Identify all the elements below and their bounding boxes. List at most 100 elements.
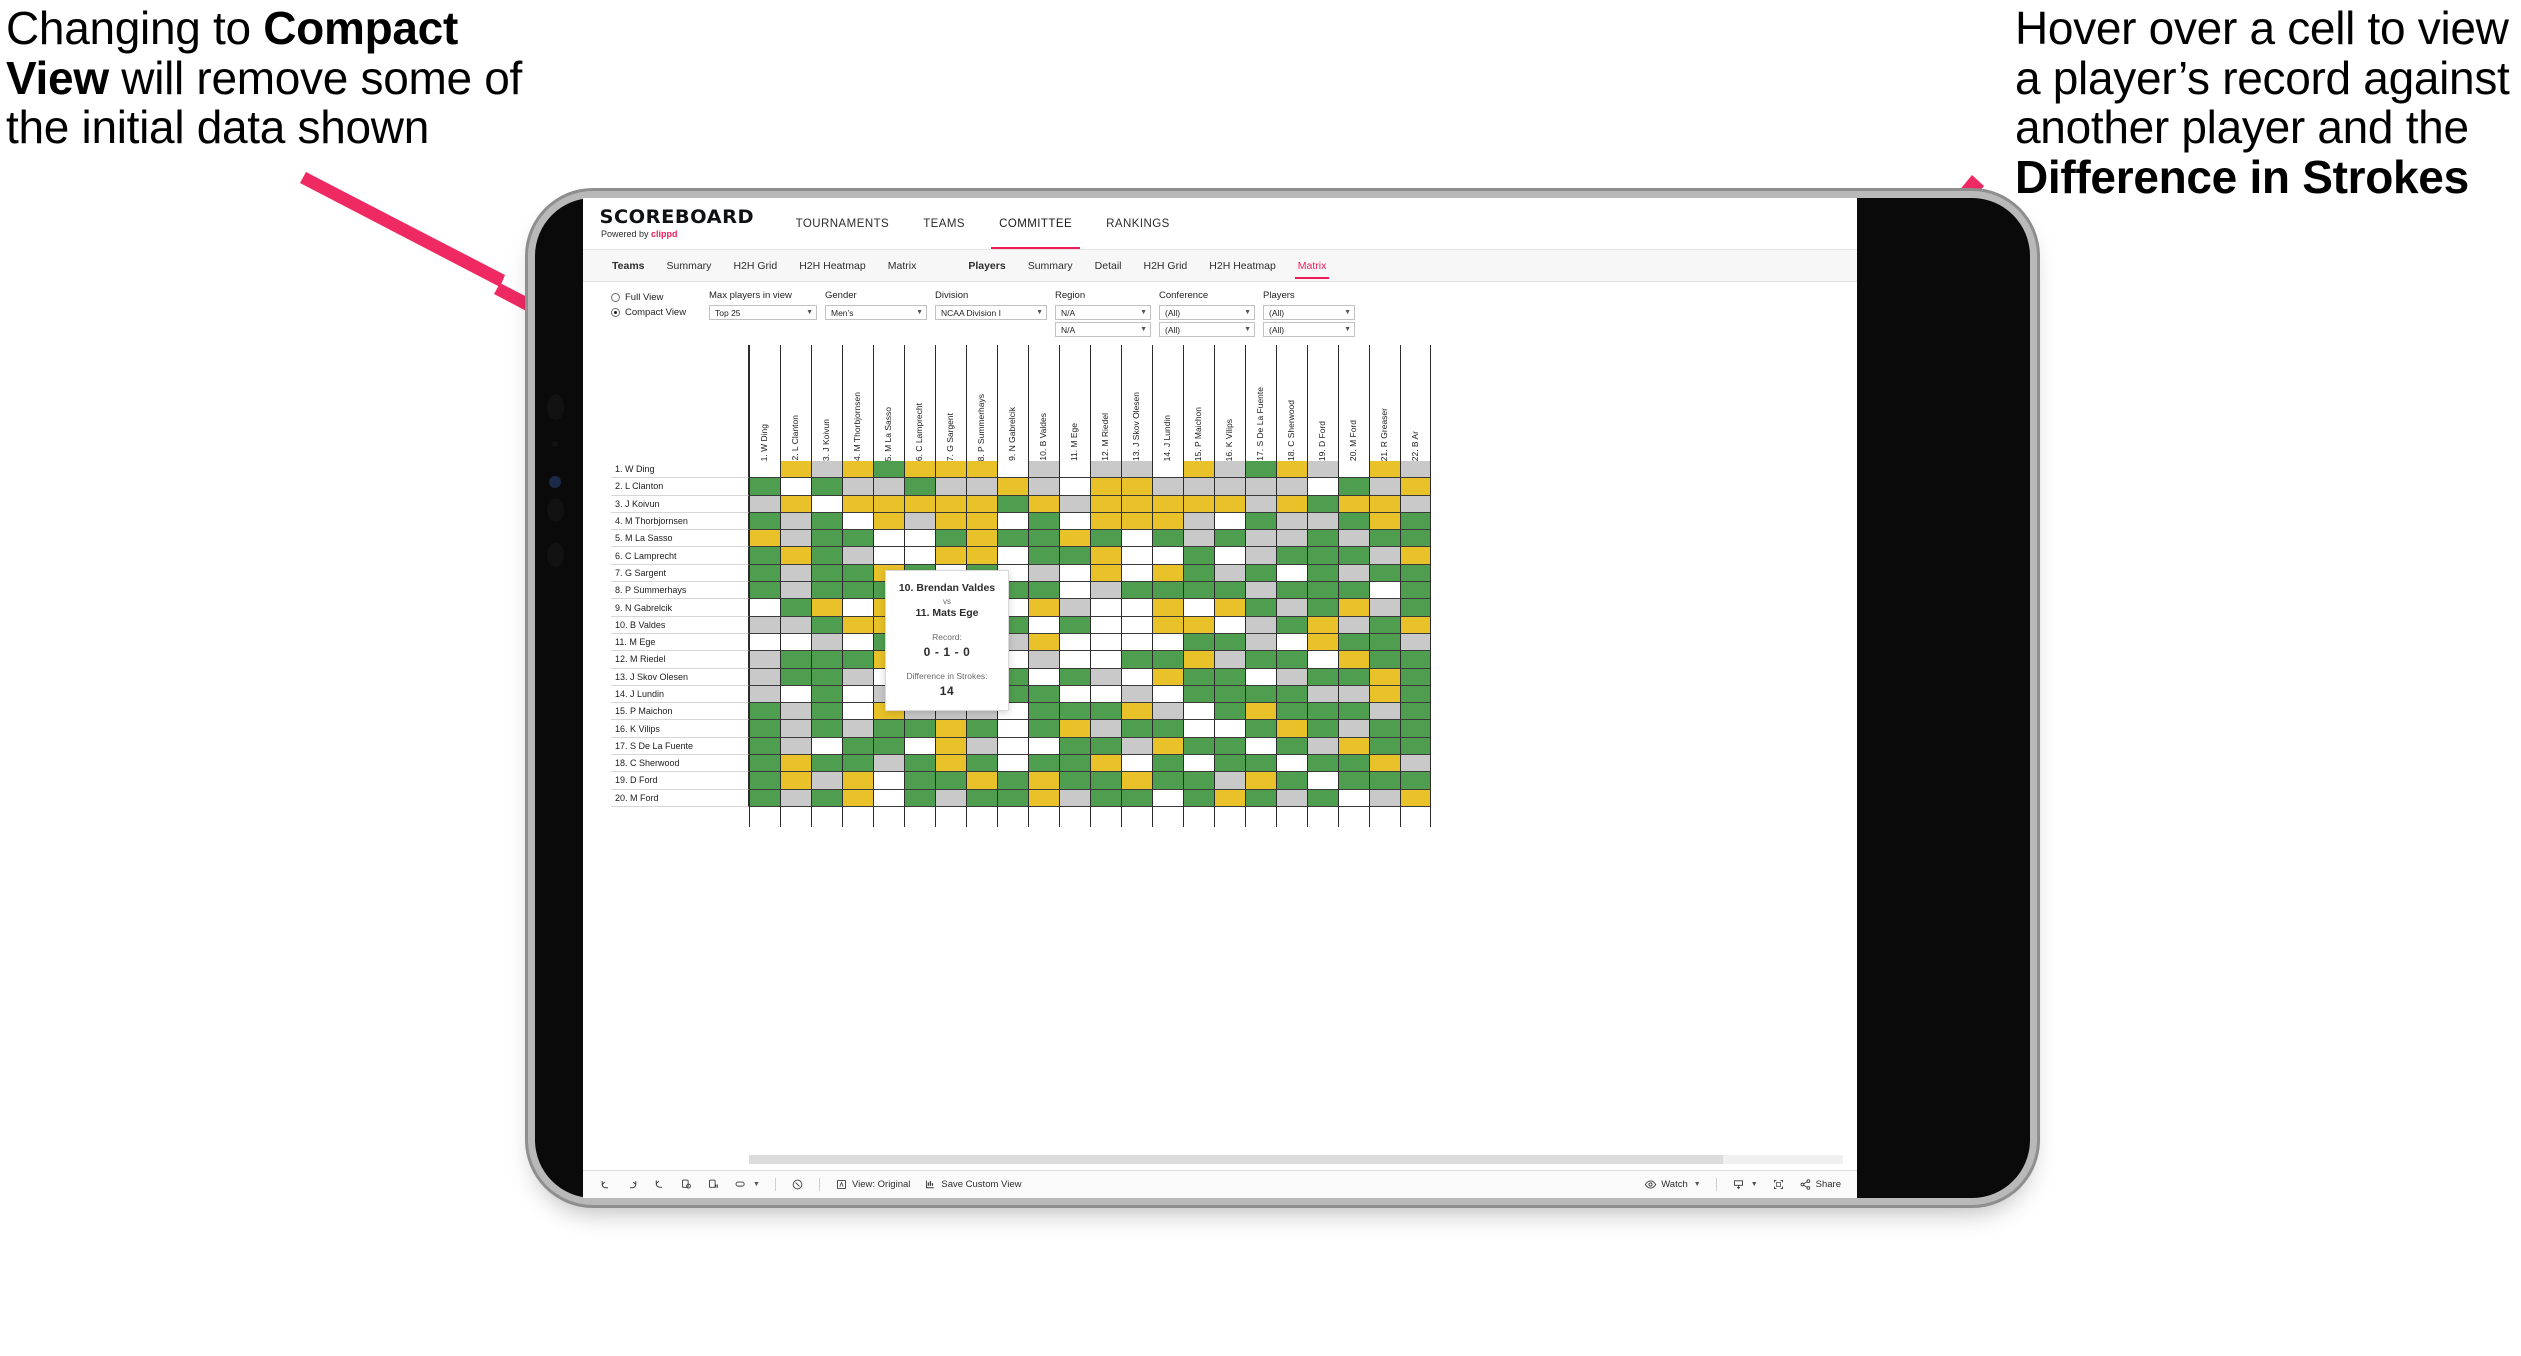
matrix-cell[interactable] bbox=[1090, 703, 1121, 721]
matrix-cell[interactable] bbox=[1369, 720, 1400, 738]
matrix-row-label[interactable]: 5. M La Sasso bbox=[611, 530, 749, 548]
matrix-cell[interactable] bbox=[1369, 772, 1400, 790]
matrix-row-label[interactable]: 1. W Ding bbox=[611, 461, 749, 479]
matrix-cell[interactable] bbox=[1369, 478, 1400, 496]
matrix-column-header[interactable]: 19. D Ford bbox=[1307, 345, 1338, 461]
matrix-cell[interactable] bbox=[780, 582, 811, 600]
matrix-cell[interactable] bbox=[873, 737, 904, 756]
matrix-cell[interactable] bbox=[1400, 737, 1431, 756]
matrix-cell[interactable] bbox=[935, 478, 966, 496]
matrix-cell[interactable] bbox=[780, 668, 811, 686]
matrix-cell[interactable] bbox=[1214, 755, 1245, 773]
matrix-cell[interactable] bbox=[1276, 789, 1307, 807]
matrix-cell[interactable] bbox=[1090, 789, 1121, 807]
matrix-cell[interactable] bbox=[1121, 703, 1152, 721]
matrix-cell[interactable] bbox=[1214, 495, 1245, 513]
matrix-cell[interactable] bbox=[997, 737, 1028, 756]
matrix-cell[interactable] bbox=[749, 564, 780, 583]
matrix-cell[interactable] bbox=[749, 720, 780, 738]
matrix-cell[interactable] bbox=[1059, 789, 1090, 807]
matrix-cell[interactable] bbox=[1152, 512, 1183, 531]
matrix-cell[interactable] bbox=[1307, 755, 1338, 773]
matrix-row-label[interactable]: 14. J Lundin bbox=[611, 685, 749, 704]
matrix-cell[interactable] bbox=[1121, 755, 1152, 773]
matrix-cell[interactable] bbox=[1276, 530, 1307, 548]
matrix-cell[interactable] bbox=[780, 755, 811, 773]
matrix-cell[interactable] bbox=[1183, 512, 1214, 531]
matrix-cell[interactable] bbox=[904, 512, 935, 531]
matrix-cell[interactable] bbox=[1121, 668, 1152, 686]
matrix-cell[interactable] bbox=[1090, 495, 1121, 513]
matrix-cell[interactable] bbox=[749, 616, 780, 634]
topnav-item-committee[interactable]: COMMITTEE bbox=[982, 198, 1089, 249]
matrix-cell[interactable] bbox=[1214, 720, 1245, 738]
matrix-cell[interactable] bbox=[1028, 495, 1059, 513]
matrix-cell[interactable] bbox=[1090, 582, 1121, 600]
matrix-cell[interactable] bbox=[780, 685, 811, 704]
matrix-cell[interactable] bbox=[1028, 633, 1059, 652]
matrix-cell[interactable] bbox=[749, 651, 780, 669]
matrix-cell[interactable] bbox=[1121, 720, 1152, 738]
matrix-cell[interactable] bbox=[1028, 461, 1059, 479]
matrix-cell[interactable] bbox=[1338, 755, 1369, 773]
matrix-cell[interactable] bbox=[749, 478, 780, 496]
matrix-cell[interactable] bbox=[1276, 564, 1307, 583]
matrix-cell[interactable] bbox=[842, 633, 873, 652]
matrix-cell[interactable] bbox=[1276, 599, 1307, 617]
topnav-item-teams[interactable]: TEAMS bbox=[906, 198, 982, 249]
matrix-cell[interactable] bbox=[811, 633, 842, 652]
matrix-cell[interactable] bbox=[1152, 461, 1183, 479]
matrix-cell[interactable] bbox=[842, 651, 873, 669]
matrix-cell[interactable] bbox=[1276, 685, 1307, 704]
matrix-cell[interactable] bbox=[1400, 633, 1431, 652]
matrix-cell[interactable] bbox=[873, 478, 904, 496]
subnav-item-teams[interactable]: Teams bbox=[601, 250, 656, 281]
matrix-cell[interactable] bbox=[1183, 582, 1214, 600]
matrix-cell[interactable] bbox=[1369, 616, 1400, 634]
matrix-cell[interactable] bbox=[811, 685, 842, 704]
matrix-row-label[interactable]: 7. G Sargent bbox=[611, 564, 749, 583]
subnav-item-teams-h2h-grid[interactable]: H2H Grid bbox=[722, 250, 788, 281]
matrix-cell[interactable] bbox=[1245, 668, 1276, 686]
matrix-cell[interactable] bbox=[1276, 633, 1307, 652]
matrix-column-header[interactable]: 7. G Sargent bbox=[935, 345, 966, 461]
matrix-column-header[interactable]: 15. P Maichon bbox=[1183, 345, 1214, 461]
matrix-cell[interactable] bbox=[1307, 547, 1338, 565]
matrix-cell[interactable] bbox=[842, 789, 873, 807]
matrix-cell[interactable] bbox=[842, 772, 873, 790]
matrix-cell[interactable] bbox=[1152, 772, 1183, 790]
matrix-cell[interactable] bbox=[1152, 582, 1183, 600]
matrix-cell[interactable] bbox=[1121, 772, 1152, 790]
matrix-cell[interactable] bbox=[1121, 495, 1152, 513]
matrix-cell[interactable] bbox=[811, 789, 842, 807]
help-button[interactable] bbox=[785, 1175, 810, 1195]
matrix-cell[interactable] bbox=[1214, 564, 1245, 583]
matrix-cell[interactable] bbox=[1121, 478, 1152, 496]
matrix-cell[interactable] bbox=[1183, 530, 1214, 548]
matrix-cell[interactable] bbox=[780, 478, 811, 496]
matrix-row-label[interactable]: 19. D Ford bbox=[611, 772, 749, 790]
matrix-cell[interactable] bbox=[997, 495, 1028, 513]
matrix-cell[interactable] bbox=[1059, 478, 1090, 496]
subnav-item-players-summary[interactable]: Summary bbox=[1017, 250, 1084, 281]
matrix-cell[interactable] bbox=[1307, 582, 1338, 600]
matrix-cell[interactable] bbox=[1090, 530, 1121, 548]
matrix-cell[interactable] bbox=[966, 530, 997, 548]
matrix-cell[interactable] bbox=[1245, 547, 1276, 565]
matrix-cell[interactable] bbox=[811, 720, 842, 738]
matrix-cell[interactable] bbox=[873, 755, 904, 773]
matrix-row-label[interactable]: 15. P Maichon bbox=[611, 703, 749, 721]
watch-button[interactable]: Watch ▼ bbox=[1638, 1175, 1707, 1195]
matrix-cell[interactable] bbox=[749, 582, 780, 600]
matrix-cell[interactable] bbox=[966, 512, 997, 531]
matrix-cell[interactable] bbox=[1400, 547, 1431, 565]
matrix-cell[interactable] bbox=[1121, 633, 1152, 652]
matrix-cell[interactable] bbox=[904, 772, 935, 790]
matrix-cell[interactable] bbox=[1369, 461, 1400, 479]
matrix-cell[interactable] bbox=[1276, 495, 1307, 513]
matrix-cell[interactable] bbox=[1400, 599, 1431, 617]
matrix-cell[interactable] bbox=[749, 633, 780, 652]
matrix-cell[interactable] bbox=[1183, 651, 1214, 669]
matrix-cell[interactable] bbox=[1307, 685, 1338, 704]
filter-players-select[interactable]: (All) ▼ bbox=[1263, 305, 1355, 320]
